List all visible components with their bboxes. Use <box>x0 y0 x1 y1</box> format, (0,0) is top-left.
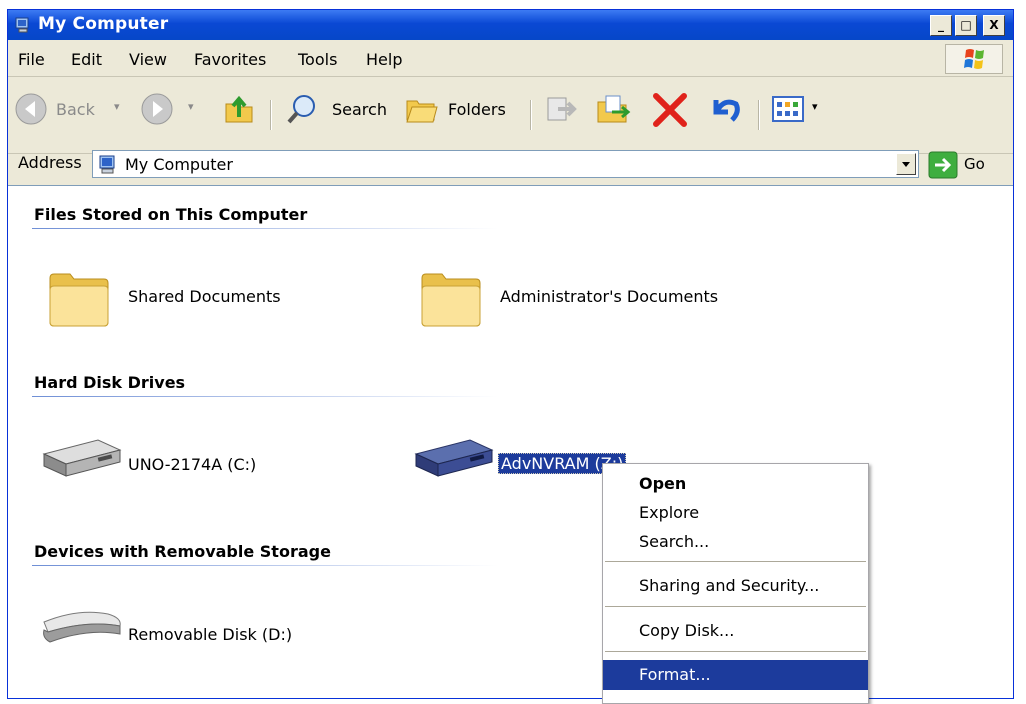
chevron-down-icon <box>902 162 910 167</box>
up-folder-icon <box>225 95 253 123</box>
my-computer-icon <box>99 155 115 174</box>
context-menu-open[interactable]: Open <box>603 469 868 499</box>
window-title: My Computer <box>38 14 169 34</box>
copy-to-button[interactable] <box>594 92 634 128</box>
group-divider <box>32 565 498 566</box>
minimize-button[interactable]: _ <box>930 15 952 36</box>
move-to-icon <box>547 97 577 121</box>
address-value: My Computer <box>125 155 233 174</box>
forward-dropdown-icon[interactable]: ▾ <box>188 100 194 113</box>
context-menu-explore[interactable]: Explore <box>603 498 868 528</box>
removable-disk-icon <box>43 611 121 643</box>
address-input[interactable]: My Computer <box>92 150 919 178</box>
forward-arrow-icon <box>141 93 173 125</box>
context-menu: Open Explore Search... Sharing and Secur… <box>602 463 869 704</box>
context-menu-copy-disk[interactable]: Copy Disk... <box>603 616 868 646</box>
address-label: Address <box>18 153 82 172</box>
menu-favorites[interactable]: Favorites <box>194 50 266 69</box>
menu-help[interactable]: Help <box>366 50 402 69</box>
go-button[interactable]: Go <box>964 155 985 173</box>
hard-disk-icon <box>42 439 122 477</box>
item-label: Shared Documents <box>128 287 281 306</box>
context-menu-format[interactable]: Format... <box>603 660 868 690</box>
folders-icon <box>406 100 438 123</box>
group-divider <box>32 228 498 229</box>
group-divider <box>32 396 498 397</box>
folders-label: Folders <box>448 100 506 119</box>
back-label: Back <box>56 100 95 119</box>
folders-button[interactable]: Folders <box>404 92 520 128</box>
back-button[interactable]: Back ▾ <box>14 92 132 128</box>
views-button[interactable]: ▾ <box>770 92 830 128</box>
menu-bar: File Edit View Favorites Tools Help <box>8 41 1013 77</box>
go-arrow-icon[interactable] <box>928 151 958 179</box>
menu-separator <box>605 561 866 563</box>
group-heading-removable: Devices with Removable Storage <box>34 542 331 561</box>
copy-to-icon <box>597 95 631 123</box>
menu-file[interactable]: File <box>18 50 45 69</box>
folder-icon <box>49 273 109 327</box>
back-arrow-icon <box>15 93 47 125</box>
views-dropdown-icon[interactable]: ▾ <box>812 100 818 113</box>
forward-button[interactable]: ▾ <box>140 92 210 128</box>
title-bar[interactable]: My Computer _ □ X <box>8 10 1013 40</box>
search-label: Search <box>332 100 387 119</box>
back-dropdown-icon[interactable]: ▾ <box>114 100 120 113</box>
item-label: Administrator's Documents <box>500 287 719 306</box>
hard-disk-icon <box>414 439 494 477</box>
item-label: Removable Disk (D:) <box>128 625 293 644</box>
windows-logo-icon <box>945 44 1003 74</box>
menu-tools[interactable]: Tools <box>298 50 337 69</box>
up-folder-button[interactable] <box>222 92 256 128</box>
standard-toolbar: Back ▾ ▾ Search Folders ▾ <box>8 78 1013 154</box>
search-button[interactable]: Search <box>284 92 396 128</box>
menu-edit[interactable]: Edit <box>71 50 102 69</box>
menu-view[interactable]: View <box>129 50 167 69</box>
group-heading-drives: Hard Disk Drives <box>34 373 186 392</box>
views-icon <box>772 96 804 122</box>
move-to-button[interactable] <box>542 92 578 128</box>
undo-button[interactable] <box>706 92 746 128</box>
delete-icon <box>653 93 687 127</box>
delete-button[interactable] <box>650 92 690 128</box>
toolbar-separator <box>270 100 272 130</box>
toolbar-separator <box>758 100 760 130</box>
toolbar-separator <box>530 100 532 130</box>
menu-separator <box>605 606 866 608</box>
my-computer-icon <box>15 17 29 33</box>
address-bar: Address My Computer Go <box>8 147 1013 183</box>
folder-icon <box>421 273 481 327</box>
maximize-button[interactable]: □ <box>955 15 977 36</box>
item-label: UNO-2174A (C:) <box>128 455 257 474</box>
address-dropdown-button[interactable] <box>896 153 916 175</box>
context-menu-sharing-security[interactable]: Sharing and Security... <box>603 571 868 601</box>
context-menu-search[interactable]: Search... <box>603 527 868 557</box>
group-heading-files: Files Stored on This Computer <box>34 205 308 224</box>
undo-icon <box>713 99 740 122</box>
search-icon <box>287 95 315 124</box>
menu-separator <box>605 651 866 653</box>
close-button[interactable]: X <box>983 15 1005 36</box>
